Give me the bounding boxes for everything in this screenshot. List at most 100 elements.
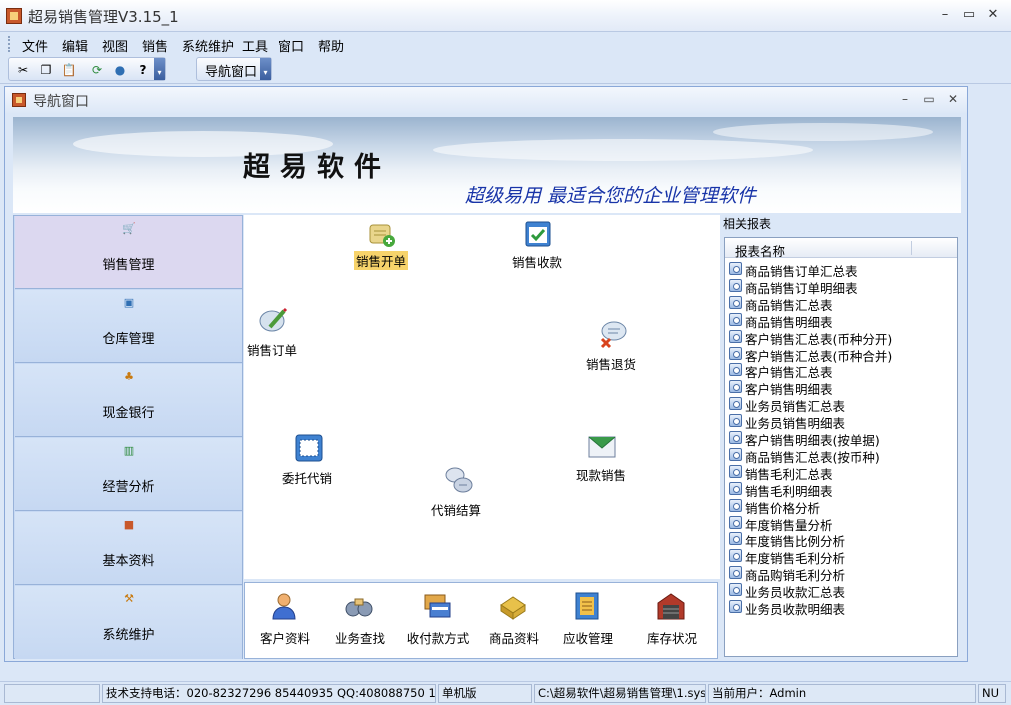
copy-icon[interactable]: ❐ xyxy=(38,62,54,78)
report-item[interactable]: 年度销售量分析 xyxy=(727,514,955,533)
report-item[interactable]: 商品销售订单汇总表 xyxy=(727,260,955,279)
report-item[interactable]: 商品销售汇总表(按币种) xyxy=(727,446,955,465)
report-item[interactable]: 销售毛利明细表 xyxy=(727,480,955,499)
report-icon xyxy=(729,295,742,309)
report-item[interactable]: 客户销售明细表 xyxy=(727,378,955,397)
category-panel: 🛒 销售管理 ▣ 仓库管理 ♣ 现金银行 ▥ 经营分析 ■ 基本资料 ⚒ 系统维… xyxy=(13,215,243,659)
report-item[interactable]: 销售毛利汇总表 xyxy=(727,463,955,482)
status-numlock: NU xyxy=(978,684,1006,703)
shortcut-business-search[interactable]: 业务查找 xyxy=(320,583,400,658)
folder-icon: ■ xyxy=(123,518,135,531)
workflow-area: 销售开单 销售收款 销售订单 销售退货 委托代销 代销结算 现款销售 xyxy=(244,215,720,579)
cut-icon[interactable]: ✂ xyxy=(15,62,31,78)
category-sales[interactable]: 🛒 销售管理 xyxy=(15,216,242,289)
shortcut-receivables[interactable]: 应收管理 xyxy=(548,583,628,658)
menu-window[interactable]: 窗口 xyxy=(278,36,304,55)
status-bar: 技术支持电话：020-82327296 85440935 QQ:40808875… xyxy=(0,681,1011,705)
menu-system[interactable]: 系统维护 xyxy=(182,36,234,55)
shortcut-payment-methods[interactable]: 收付款方式 xyxy=(398,583,478,658)
report-icon xyxy=(729,515,742,529)
report-item[interactable]: 客户销售汇总表(币种分开) xyxy=(727,328,955,347)
sales-open-icon xyxy=(369,224,395,247)
report-icon xyxy=(729,363,742,377)
report-item[interactable]: 业务员收款汇总表 xyxy=(727,581,955,600)
customer-icon xyxy=(272,593,296,620)
paste-icon[interactable]: 📋 xyxy=(61,62,77,78)
minimize-button[interactable]: – xyxy=(936,6,954,24)
cash-icon: ♣ xyxy=(124,370,134,383)
menu-bar: 文件 编辑 视图 销售 系统维护 工具 窗口 帮助 xyxy=(0,32,1011,56)
nav-close-button[interactable]: ✕ xyxy=(945,91,961,107)
report-item[interactable]: 销售价格分析 xyxy=(727,497,955,516)
report-icon xyxy=(729,380,742,394)
help-icon[interactable]: ? xyxy=(135,62,151,78)
report-item[interactable]: 业务员销售汇总表 xyxy=(727,395,955,414)
shortcut-label: 应收管理 xyxy=(562,631,613,646)
report-item[interactable]: 客户销售汇总表 xyxy=(727,361,955,380)
report-item[interactable]: 商品销售汇总表 xyxy=(727,294,955,313)
node-label: 销售订单 xyxy=(247,343,298,358)
menu-file[interactable]: 文件 xyxy=(22,36,48,55)
toolbar-overflow-button[interactable]: ▾ xyxy=(154,58,165,80)
sales-order-icon xyxy=(259,307,288,332)
report-item[interactable]: 年度销售比例分析 xyxy=(727,530,955,549)
standard-toolbar: ✂ ❐ 📋 ⟳ ● ? ▾ xyxy=(8,57,166,81)
consign-settle-icon xyxy=(445,467,473,493)
nav-window: 导航窗口 – ▭ ✕ 超易软件 超级易用 最适合您的企业管理软件 🛒 销售管理 … xyxy=(4,86,968,662)
shortcut-label: 业务查找 xyxy=(334,631,385,646)
shortcut-label: 收付款方式 xyxy=(406,631,470,646)
shortcut-customer[interactable]: 客户资料 xyxy=(245,583,325,658)
reports-title: 相关报表 xyxy=(723,217,772,231)
report-icon xyxy=(729,498,742,512)
report-item[interactable]: 商品销售订单明细表 xyxy=(727,277,955,296)
report-item[interactable]: 客户销售汇总表(币种合并) xyxy=(727,345,955,364)
menu-view[interactable]: 视图 xyxy=(102,36,128,55)
nav-maximize-button[interactable]: ▭ xyxy=(921,91,937,107)
report-item[interactable]: 商品购销毛利分析 xyxy=(727,564,955,583)
category-system[interactable]: ⚒ 系统维护 xyxy=(15,586,242,659)
menu-grip-icon xyxy=(8,36,11,52)
menu-edit[interactable]: 编辑 xyxy=(62,36,88,55)
report-icon xyxy=(729,600,742,613)
maximize-button[interactable]: ▭ xyxy=(960,6,978,24)
report-icon xyxy=(729,431,742,444)
close-button[interactable]: ✕ xyxy=(984,6,1002,24)
payment-icon xyxy=(424,594,451,618)
report-icon xyxy=(729,346,742,360)
web-icon[interactable]: ● xyxy=(112,62,128,78)
tools-icon: ⚒ xyxy=(124,592,134,605)
shortcut-product-data[interactable]: 商品资料 xyxy=(474,583,554,658)
cash-sale-icon xyxy=(588,436,616,458)
product-icon xyxy=(500,596,526,620)
report-item[interactable]: 商品销售明细表 xyxy=(727,311,955,330)
related-reports-panel: 相关报表 报表名称 商品销售订单汇总表 商品销售订单明细表 商品销售汇总表 商品销售明… xyxy=(721,215,961,659)
menu-tools[interactable]: 工具 xyxy=(242,36,268,55)
ledger-icon xyxy=(575,592,599,620)
report-label: 业务员收款明细表 xyxy=(745,602,846,617)
category-label: 系统维护 xyxy=(102,628,155,643)
report-item[interactable]: 业务员销售明细表 xyxy=(727,412,955,431)
category-basic-data[interactable]: ■ 基本资料 xyxy=(15,512,242,585)
reports-header[interactable]: 报表名称 xyxy=(725,238,957,259)
reports-list: 报表名称 商品销售订单汇总表 商品销售订单明细表 商品销售汇总表 商品销售明细表 客户销… xyxy=(724,237,958,657)
nav-window-button[interactable]: 导航窗口 xyxy=(205,61,257,80)
nav-minimize-button[interactable]: – xyxy=(897,91,913,107)
warehouse-building-icon xyxy=(657,593,685,620)
status-support: 技术支持电话：020-82327296 85440935 QQ:40808875… xyxy=(102,684,436,703)
report-item[interactable]: 年度销售毛利分析 xyxy=(727,547,955,566)
nav-toolbar-overflow-button[interactable]: ▾ xyxy=(260,58,271,80)
report-item[interactable]: 客户销售明细表(按单据) xyxy=(727,429,955,448)
app-title: 超易销售管理V3.15_1 xyxy=(28,8,179,26)
report-item[interactable]: 业务员收款明细表 xyxy=(727,598,955,617)
shortcut-inventory-status[interactable]: 库存状况 xyxy=(632,583,712,658)
menu-help[interactable]: 帮助 xyxy=(318,36,344,55)
status-mode: 单机版 xyxy=(438,684,532,703)
menu-sales[interactable]: 销售 xyxy=(142,36,168,55)
toolbar: ✂ ❐ 📋 ⟳ ● ? ▾ 导航窗口 ▾ xyxy=(0,56,1011,84)
category-warehouse[interactable]: ▣ 仓库管理 xyxy=(15,290,242,363)
report-icon xyxy=(729,583,742,597)
refresh-icon[interactable]: ⟳ xyxy=(89,62,105,78)
category-analysis[interactable]: ▥ 经营分析 xyxy=(15,438,242,511)
report-icon xyxy=(729,278,742,292)
category-cash-bank[interactable]: ♣ 现金银行 xyxy=(15,364,242,437)
